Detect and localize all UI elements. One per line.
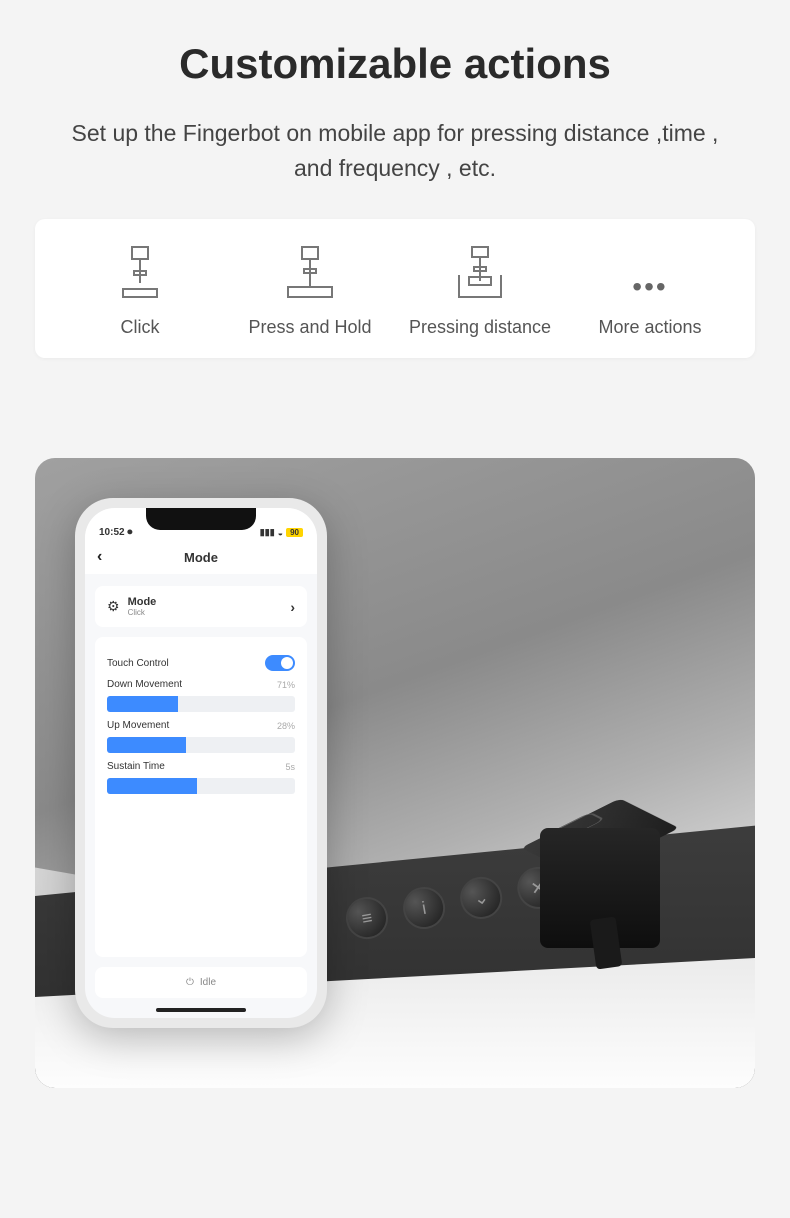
signal-icon: ▮▮▮ — [260, 527, 275, 538]
action-press-hold-label: Press and Hold — [248, 317, 371, 338]
down-movement-value: 71% — [277, 680, 295, 690]
actions-card: Click Press and Hold — [35, 219, 755, 358]
product-scene: ≡ i ⌄ ✕ ⏻ 10:52 ⏺ ▮▮▮ ◒ 90 ‹ Mode — [35, 458, 755, 1088]
action-click-label: Click — [121, 317, 160, 338]
mode-value: Click — [128, 608, 291, 617]
page-title: Customizable actions — [35, 40, 755, 88]
fingerbot-device — [530, 798, 670, 938]
distance-icon — [450, 243, 510, 303]
sustain-time-slider[interactable] — [107, 778, 295, 794]
up-movement-label: Up Movement — [107, 720, 169, 731]
page-subtitle: Set up the Fingerbot on mobile app for p… — [35, 116, 755, 185]
screen-header: ‹ Mode — [85, 540, 317, 574]
idle-row: ⏻ Idle — [95, 967, 307, 998]
sustain-time-value: 5s — [285, 762, 295, 772]
mode-row[interactable]: ⚙ Mode Click › — [95, 586, 307, 627]
panel-info-icon: i — [400, 884, 449, 933]
wifi-icon: ◒ — [278, 528, 283, 538]
press-hold-icon — [280, 243, 340, 303]
chevron-right-icon: › — [290, 599, 295, 615]
click-icon — [110, 243, 170, 303]
panel-menu-icon: ≡ — [343, 894, 392, 943]
home-indicator — [156, 1008, 246, 1012]
phone-notch — [146, 508, 256, 530]
panel-down-icon: ⌄ — [457, 874, 506, 923]
screen-title: Mode — [184, 550, 218, 565]
down-movement-label: Down Movement — [107, 679, 182, 690]
mode-icon: ⚙ — [107, 598, 120, 615]
up-movement-value: 28% — [277, 721, 295, 731]
action-more: ••• More actions — [565, 257, 735, 338]
idle-label: Idle — [200, 977, 216, 988]
back-button[interactable]: ‹ — [97, 548, 102, 566]
more-icon: ••• — [632, 257, 667, 317]
battery-badge: 90 — [286, 528, 303, 537]
action-distance-label: Pressing distance — [409, 317, 551, 338]
action-click: Click — [55, 243, 225, 338]
action-press-hold: Press and Hold — [225, 243, 395, 338]
mode-label: Mode — [128, 596, 291, 608]
status-time: 10:52 ⏺ — [99, 527, 132, 538]
up-movement-slider[interactable] — [107, 737, 295, 753]
sustain-time-label: Sustain Time — [107, 761, 165, 772]
touch-control-toggle[interactable] — [265, 655, 295, 671]
phone-mockup: 10:52 ⏺ ▮▮▮ ◒ 90 ‹ Mode ⚙ Mode Click › — [75, 498, 327, 1028]
touch-control-label: Touch Control — [107, 658, 169, 669]
down-movement-slider[interactable] — [107, 696, 295, 712]
settings-panel: Touch Control Down Movement 71% Up Movem… — [95, 637, 307, 957]
action-distance: Pressing distance — [395, 243, 565, 338]
action-more-label: More actions — [598, 317, 701, 338]
power-icon: ⏻ — [186, 977, 194, 988]
